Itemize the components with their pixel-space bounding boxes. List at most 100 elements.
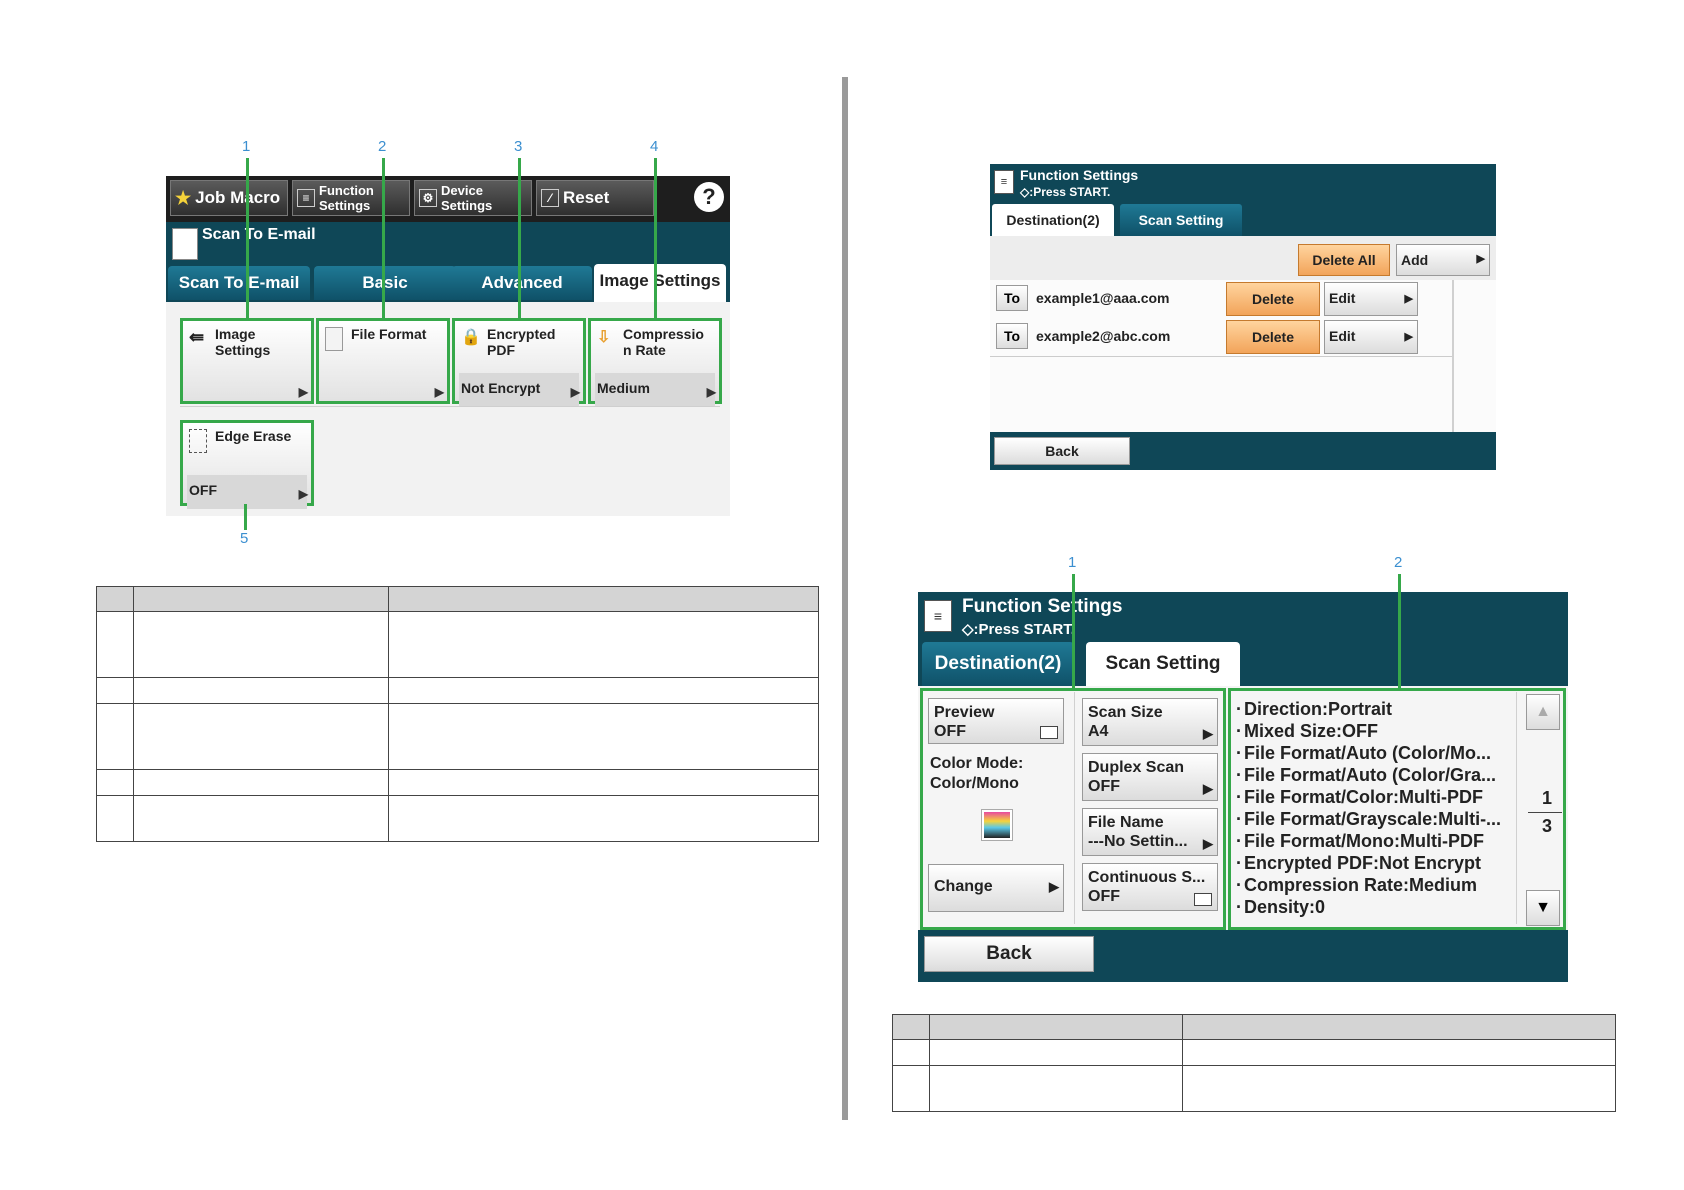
duplex-scan-button[interactable]: Duplex Scan OFF ▶ xyxy=(1082,753,1218,801)
screen-title-bar: Scan To E-mail xyxy=(166,222,730,262)
callout-line-4 xyxy=(654,158,657,320)
page-total: 3 xyxy=(1541,816,1552,836)
tab-row: Destination(2) Scan Setting xyxy=(918,640,1568,686)
scroll-down-icon[interactable]: ▼ xyxy=(1526,890,1560,926)
preview-button[interactable]: Preview OFF xyxy=(928,698,1064,744)
encrypted-pdf-value: Not Encrypt xyxy=(459,373,579,407)
arrow-right-icon: ▶ xyxy=(1203,836,1213,851)
arrow-right-icon: ▶ xyxy=(434,385,444,399)
description-table-2 xyxy=(892,1014,1616,1112)
list-item: File Format/Auto (Color/Mo... xyxy=(1236,742,1501,764)
encrypted-pdf-label-1: Encrypted xyxy=(487,326,556,342)
settings-summary-list: Direction:Portrait Mixed Size:OFF File F… xyxy=(1236,698,1501,918)
arrow-right-icon: ▶ xyxy=(1476,253,1485,265)
compression-rate-label-1: Compressio xyxy=(623,326,704,342)
color-mode: Color Mode: Color/Mono xyxy=(930,754,1023,794)
image-settings-label-2: Settings xyxy=(215,342,271,358)
tab-advanced[interactable]: Advanced xyxy=(452,266,592,300)
to-button[interactable]: To xyxy=(996,323,1028,349)
callout-number-5: 5 xyxy=(240,530,249,547)
function-settings-label-1: Function xyxy=(319,183,374,198)
back-button[interactable]: Back xyxy=(994,437,1130,465)
table-header-cell xyxy=(929,1014,1183,1040)
checkbox-icon xyxy=(1194,893,1212,906)
list-item[interactable]: To example1@aaa.com Delete Edit ▶ xyxy=(990,280,1452,319)
color-mode-value: Color/Mono xyxy=(930,775,1019,792)
table-header-cell xyxy=(133,586,389,612)
tab-row: Destination(2) Scan Setting xyxy=(990,202,1496,236)
edit-button[interactable]: Edit ▶ xyxy=(1324,320,1418,354)
function-settings-button[interactable]: ≡ Function Settings xyxy=(292,180,410,216)
scroll-up-icon[interactable]: ▲ xyxy=(1526,694,1560,730)
column-separator xyxy=(1074,692,1075,924)
scroll-separator xyxy=(1516,692,1517,924)
image-settings-button[interactable]: ⇚ Image Settings ▶ xyxy=(180,318,314,404)
list-item: Direction:Portrait xyxy=(1236,698,1501,720)
list-icon: ≡ xyxy=(924,600,952,632)
file-name-button[interactable]: File Name ---No Settin... ▶ xyxy=(1082,808,1218,856)
continuous-scan-button[interactable]: Continuous S... OFF xyxy=(1082,863,1218,911)
tab-basic[interactable]: Basic xyxy=(314,266,456,300)
list-item: Encrypted PDF:Not Encrypt xyxy=(1236,852,1501,874)
edit-label: Edit xyxy=(1329,290,1356,306)
edge-erase-button[interactable]: Edge Erase OFF ▶ xyxy=(180,420,314,509)
tab-scan-setting[interactable]: Scan Setting xyxy=(1120,204,1242,236)
change-button[interactable]: Change ▶ xyxy=(928,864,1064,912)
job-macro-button[interactable]: ★ Job Macro xyxy=(170,180,288,216)
tab-destination[interactable]: Destination(2) xyxy=(992,204,1114,236)
tab-scan-to-email[interactable]: Scan To E-mail xyxy=(168,266,310,300)
reset-button[interactable]: ⁄ Reset xyxy=(536,180,654,216)
table-row xyxy=(96,703,819,770)
footer-bar: Back xyxy=(990,432,1496,470)
callout-line-2 xyxy=(382,158,385,320)
back-button[interactable]: Back xyxy=(924,936,1094,972)
help-icon[interactable]: ? xyxy=(694,182,724,212)
checkbox-icon xyxy=(1040,726,1058,739)
separator xyxy=(180,406,720,407)
callout-number-1: 1 xyxy=(1068,554,1077,571)
scan-size-button[interactable]: Scan Size A4 ▶ xyxy=(1082,698,1218,746)
file-format-button[interactable]: File Format ▶ xyxy=(316,318,450,404)
arrow-right-icon: ▶ xyxy=(1404,331,1413,343)
compression-rate-label-2: n Rate xyxy=(623,342,666,358)
lock-pdf-icon: 🔒 xyxy=(461,329,481,346)
compression-rate-button[interactable]: ⇩ Compressio n Rate Medium ▶ xyxy=(588,318,722,407)
encrypted-pdf-button[interactable]: 🔒 Encrypted PDF Not Encrypt ▶ xyxy=(452,318,586,407)
continuous-scan-label: Continuous S... xyxy=(1088,869,1206,886)
callout-number-4: 4 xyxy=(650,138,659,155)
list-item: Compression Rate:Medium xyxy=(1236,874,1501,896)
function-settings-header: ≡ Function Settings ◇:Press START. xyxy=(990,164,1496,202)
delete-button[interactable]: Delete xyxy=(1226,320,1320,354)
table-header-cell xyxy=(1182,1014,1616,1040)
document-icon xyxy=(325,327,343,351)
tab-image-settings[interactable]: Image Settings xyxy=(594,264,726,302)
table-row xyxy=(96,769,819,796)
email-doc-icon xyxy=(172,228,198,260)
tab-scan-setting[interactable]: Scan Setting xyxy=(1086,642,1240,686)
add-button[interactable]: Add ▶ xyxy=(1396,244,1490,276)
table-row xyxy=(892,1039,1616,1066)
edge-erase-label: Edge Erase xyxy=(215,428,292,444)
edit-button[interactable]: Edit ▶ xyxy=(1324,282,1418,316)
to-button[interactable]: To xyxy=(996,285,1028,311)
table-row xyxy=(96,795,819,842)
edge-erase-value: OFF xyxy=(187,475,307,509)
email-address: example2@abc.com xyxy=(1036,328,1171,344)
list-item[interactable]: To example2@abc.com Delete Edit ▶ xyxy=(990,318,1452,357)
star-icon: ★ xyxy=(175,187,192,208)
edge-erase-icon xyxy=(189,429,207,453)
device-settings-button[interactable]: ⚙ Device Settings xyxy=(414,180,532,216)
table-row xyxy=(892,1065,1616,1112)
callout-line-1 xyxy=(1072,574,1075,690)
press-start-hint: ◇:Press START. xyxy=(962,621,1075,638)
reset-label: Reset xyxy=(563,188,610,207)
delete-all-button[interactable]: Delete All xyxy=(1298,244,1390,276)
image-settings-icon: ⇚ xyxy=(189,327,205,347)
tab-destination[interactable]: Destination(2) xyxy=(922,642,1074,686)
list-icon: ≡ xyxy=(994,170,1014,194)
callout-number-2: 2 xyxy=(378,138,387,155)
change-label: Change xyxy=(934,878,993,895)
tab-row: Scan To E-mail Basic Advanced Image Sett… xyxy=(166,262,730,302)
delete-button[interactable]: Delete xyxy=(1226,282,1320,316)
device-settings-label-1: Device xyxy=(441,183,483,198)
